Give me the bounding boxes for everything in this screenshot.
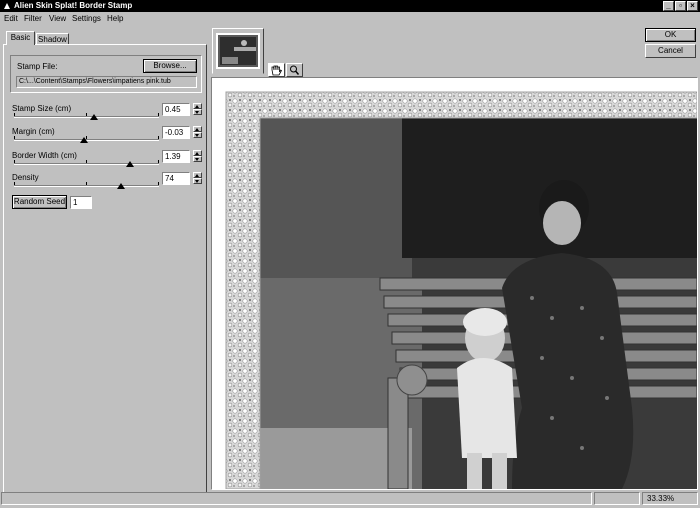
status-main — [1, 492, 592, 505]
menu-settings[interactable]: Settings — [72, 14, 101, 23]
density-spin-down[interactable] — [193, 178, 202, 184]
density-slider-thumb[interactable] — [117, 183, 125, 189]
stamp-path-field: C:\...\Content\Stamps\Flowers\impatiens … — [16, 76, 197, 88]
cancel-button[interactable]: Cancel — [645, 44, 696, 58]
density-input[interactable]: 74 — [162, 172, 190, 185]
status-middle — [594, 492, 640, 505]
density-label: Density — [12, 173, 39, 182]
border-width-slider-tick — [86, 160, 87, 163]
border-width-slider-tick — [14, 160, 15, 163]
menu-view[interactable]: View — [49, 14, 66, 23]
menu-help[interactable]: Help — [107, 14, 123, 23]
close-icon: × — [690, 1, 695, 10]
menu-bar: Edit Filter View Settings Help — [0, 12, 700, 26]
stamp-size-slider-track[interactable] — [14, 116, 159, 118]
density-slider-tick — [158, 182, 159, 185]
margin-slider-tick — [14, 136, 15, 139]
margin-slider-thumb[interactable] — [80, 137, 88, 143]
border-width-input[interactable]: 1.39 — [162, 150, 190, 163]
preview-pane[interactable] — [211, 77, 698, 490]
zoom-tool-button[interactable] — [286, 63, 303, 77]
minimize-button[interactable]: _ — [663, 1, 674, 11]
close-button[interactable]: × — [687, 1, 698, 11]
window-title: Alien Skin Splat! Border Stamp — [14, 1, 133, 10]
border-width-spin-down[interactable] — [193, 156, 202, 162]
stamp-size-slider-tick — [86, 113, 87, 116]
minimize-icon: _ — [666, 1, 671, 10]
hand-icon — [271, 65, 283, 76]
margin-slider-tick — [158, 136, 159, 139]
stamp-size-label: Stamp Size (cm) — [12, 104, 72, 113]
menu-filter[interactable]: Filter — [24, 14, 42, 23]
hand-tool-button[interactable] — [268, 63, 285, 77]
title-bar: Alien Skin Splat! Border Stamp _ ▫ × — [0, 0, 700, 12]
random-seed-input[interactable]: 1 — [70, 196, 92, 209]
margin-spin-down[interactable] — [193, 132, 202, 138]
margin-label: Margin (cm) — [12, 127, 55, 136]
border-width-slider-thumb[interactable] — [126, 161, 134, 167]
stamp-size-spin-down[interactable] — [193, 109, 202, 115]
density-slider-tick — [14, 182, 15, 185]
random-seed-button[interactable]: Random Seed — [12, 195, 67, 209]
border-width-slider-tick — [158, 160, 159, 163]
border-width-slider-track[interactable] — [14, 163, 159, 165]
tab-basic[interactable]: Basic — [6, 31, 35, 45]
stamp-size-slider-tick — [14, 113, 15, 116]
app-icon — [4, 3, 10, 9]
thumbnail-image[interactable] — [216, 33, 260, 69]
density-slider-tick — [86, 182, 87, 185]
border-width-label: Border Width (cm) — [12, 151, 77, 160]
preview-image — [225, 91, 697, 489]
stamp-size-input[interactable]: 0.45 — [162, 103, 190, 116]
maximize-button[interactable]: ▫ — [675, 1, 686, 11]
stamp-size-slider-tick — [158, 113, 159, 116]
stamp-size-slider-thumb[interactable] — [90, 114, 98, 120]
magnifier-icon — [290, 65, 300, 75]
zoom-level: 33.33% — [642, 492, 698, 505]
browse-button[interactable]: Browse... — [143, 59, 197, 73]
density-slider-track[interactable] — [14, 185, 159, 187]
ok-button[interactable]: OK — [645, 28, 696, 42]
stamp-file-label: Stamp File: — [17, 62, 58, 71]
restore-icon: ▫ — [679, 1, 682, 10]
menu-edit[interactable]: Edit — [4, 14, 18, 23]
margin-input[interactable]: -0.03 — [162, 126, 190, 139]
